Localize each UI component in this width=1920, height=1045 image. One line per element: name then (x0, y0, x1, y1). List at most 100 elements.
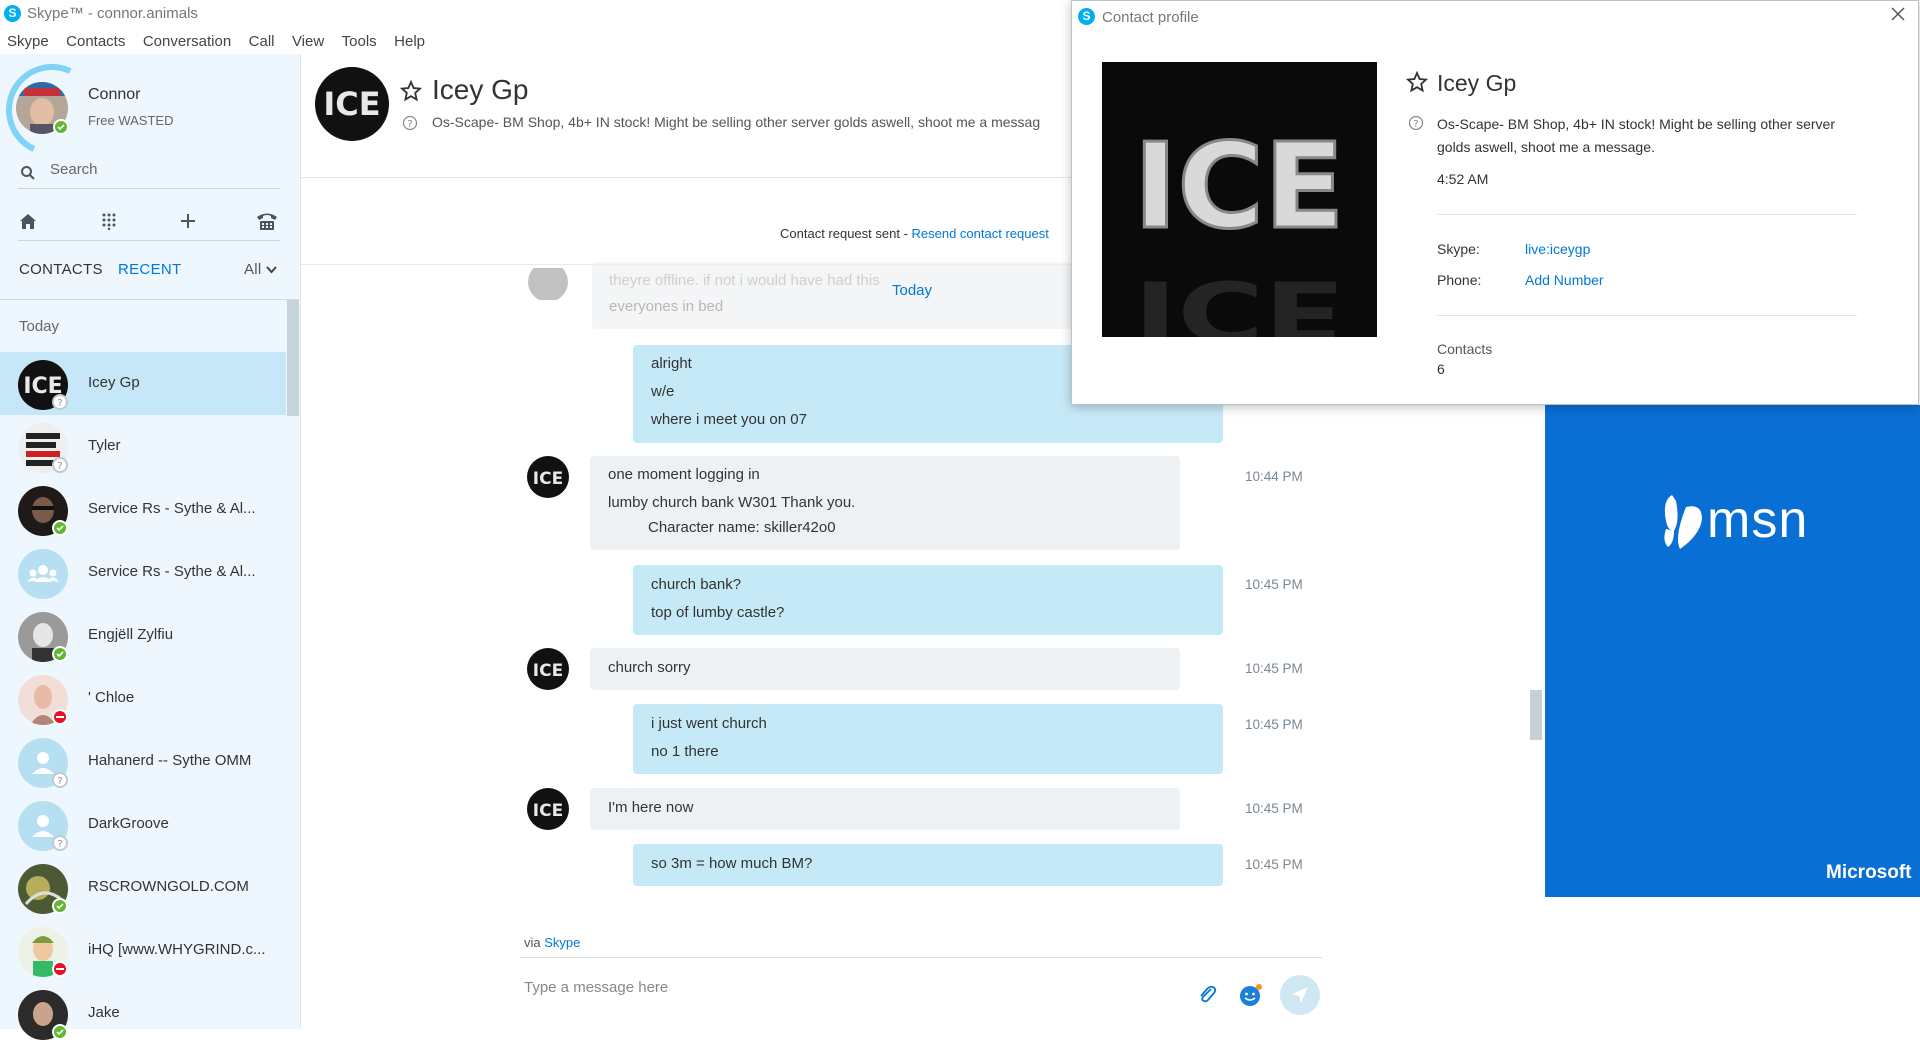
message-line: so 3m = how much BM? (651, 855, 813, 872)
tab-recent[interactable]: RECENT (118, 261, 181, 278)
menu-call[interactable]: Call (249, 29, 275, 54)
divider (1437, 214, 1857, 215)
skype-id-link[interactable]: live:iceygp (1525, 241, 1590, 257)
star-icon[interactable] (400, 80, 422, 102)
menu-view[interactable]: View (292, 29, 324, 54)
status-online-icon (52, 1024, 68, 1040)
send-button[interactable] (1280, 975, 1320, 1015)
resend-request-link[interactable]: Resend contact request (912, 226, 1049, 241)
conversation-scrollbar[interactable] (1530, 690, 1542, 740)
message-avatar[interactable]: ICE (527, 788, 569, 830)
star-icon[interactable] (1406, 71, 1428, 93)
sidebar-scrollbar[interactable] (287, 300, 299, 416)
day-separator: Today (892, 282, 933, 299)
contact-name: Service Rs - Sythe & Al... (88, 563, 256, 580)
chevron-down-icon (266, 266, 277, 274)
message-bubble-incoming[interactable]: one moment logging in lumby church bank … (590, 456, 1180, 550)
status-online-icon (52, 898, 68, 914)
message-bubble-outgoing[interactable]: i just went church no 1 there (633, 704, 1223, 774)
message-avatar[interactable]: ICE (527, 456, 569, 498)
contact-item[interactable]: ' Chloe (0, 667, 286, 730)
message-time: 10:45 PM (1245, 577, 1303, 592)
status-online-icon (52, 520, 68, 536)
contact-name: ' Chloe (88, 689, 135, 706)
message-time: 10:45 PM (1245, 661, 1303, 676)
close-icon[interactable] (1890, 5, 1906, 28)
dialpad-icon[interactable] (100, 212, 118, 230)
svg-text:?: ? (57, 461, 62, 471)
message-line: theyre offline. if not i would have had … (609, 272, 880, 289)
contact-item[interactable]: ? DarkGroove (0, 793, 286, 856)
message-input[interactable]: Type a message here (524, 979, 668, 996)
contact-item[interactable]: Service Rs - Sythe & Al... (0, 478, 286, 541)
menu-conversation[interactable]: Conversation (143, 29, 231, 54)
message-time: 10:45 PM (1245, 801, 1303, 816)
svg-text:ICE: ICE (533, 801, 563, 821)
message-line: one moment logging in (608, 466, 760, 483)
menu-tools[interactable]: Tools (342, 29, 377, 54)
message-line: no 1 there (651, 743, 719, 760)
microsoft-logo-text: Microsoft (1826, 862, 1912, 883)
menu-skype[interactable]: Skype (7, 29, 49, 54)
contact-item[interactable]: RSCROWNGOLD.COM (0, 856, 286, 919)
my-profile[interactable] (0, 51, 111, 169)
contact-item[interactable]: ? Tyler (0, 415, 286, 478)
msn-advertisement[interactable] (1545, 405, 1920, 897)
svg-text:?: ? (407, 119, 412, 130)
menu-help[interactable]: Help (394, 29, 425, 54)
contacts-count-label: Contacts (1437, 341, 1493, 357)
via-label: via Skype (524, 935, 580, 950)
svg-text:?: ? (1413, 119, 1418, 130)
my-mood[interactable]: Free WASTED (88, 113, 173, 128)
contact-name: Engjëll Zylfiu (88, 626, 174, 643)
message-line: everyones in bed (609, 298, 724, 315)
status-online-icon (52, 646, 68, 662)
via-prefix: via (524, 935, 545, 950)
message-bubble-incoming: theyre offline. if not i would have had … (592, 262, 1072, 329)
contact-item[interactable]: ? Hahanerd -- Sythe OMM (0, 730, 286, 793)
filter-dropdown[interactable]: All (244, 261, 277, 278)
group-avatar-icon (18, 549, 68, 599)
contact-name: DarkGroove (88, 815, 169, 832)
svg-text:ICE: ICE (533, 469, 563, 489)
contact-item[interactable]: iHQ [www.WHYGRIND.c... (0, 919, 286, 982)
profile-local-time: 4:52 AM (1437, 171, 1489, 187)
contact-item[interactable]: ICE ? Icey Gp (0, 352, 286, 415)
attach-icon[interactable] (1196, 983, 1218, 1005)
profile-name: Icey Gp (1437, 70, 1517, 96)
home-icon[interactable] (18, 212, 38, 230)
via-skype-link[interactable]: Skype (544, 935, 580, 950)
conversation-avatar[interactable]: ICE (315, 67, 389, 141)
msn-butterfly-icon (1664, 495, 1702, 549)
message-time: 10:45 PM (1245, 717, 1303, 732)
status-unknown-icon: ? (52, 394, 68, 410)
contact-item[interactable]: Engjëll Zylfiu (0, 604, 286, 667)
emoticon-icon[interactable] (1238, 982, 1264, 1008)
contact-item[interactable]: Jake (0, 982, 286, 1045)
add-number-link[interactable]: Add Number (1525, 272, 1604, 288)
message-bubble-outgoing[interactable]: so 3m = how much BM? (633, 844, 1223, 886)
contact-profile-window: S Contact profile ICE ICE Icey Gp ? Os-S… (1071, 0, 1919, 405)
my-name: Connor (88, 86, 141, 103)
contact-request-bar: Contact request sent - Resend contact re… (780, 226, 1049, 241)
search-box[interactable]: Search (18, 158, 280, 189)
add-icon[interactable] (180, 213, 196, 229)
help-circle-icon: ? (402, 115, 418, 131)
message-bubble-incoming[interactable]: church sorry (590, 648, 1180, 690)
menu-contacts[interactable]: Contacts (66, 29, 125, 54)
divider (0, 299, 300, 300)
tab-contacts[interactable]: CONTACTS (19, 261, 103, 278)
message-bubble-incoming[interactable]: I'm here now (590, 788, 1180, 830)
contact-name: Jake (88, 1004, 120, 1021)
message-line: top of lumby castle? (651, 604, 785, 621)
profile-picture[interactable]: ICE ICE (1102, 62, 1377, 358)
search-icon (21, 166, 35, 180)
phone-icon[interactable] (256, 211, 278, 231)
sidebar: Connor Free WASTED Search CONTACTS RECEN… (0, 51, 301, 1040)
contact-item[interactable]: Service Rs - Sythe & Al... (0, 541, 286, 604)
message-bubble-outgoing[interactable]: church bank? top of lumby castle? (633, 565, 1223, 635)
message-avatar[interactable]: ICE (527, 648, 569, 690)
msn-logo-text: msn (1707, 491, 1809, 549)
contact-name: iHQ [www.WHYGRIND.c... (88, 941, 266, 958)
menu-bar: Skype Contacts Conversation Call View To… (0, 29, 431, 54)
